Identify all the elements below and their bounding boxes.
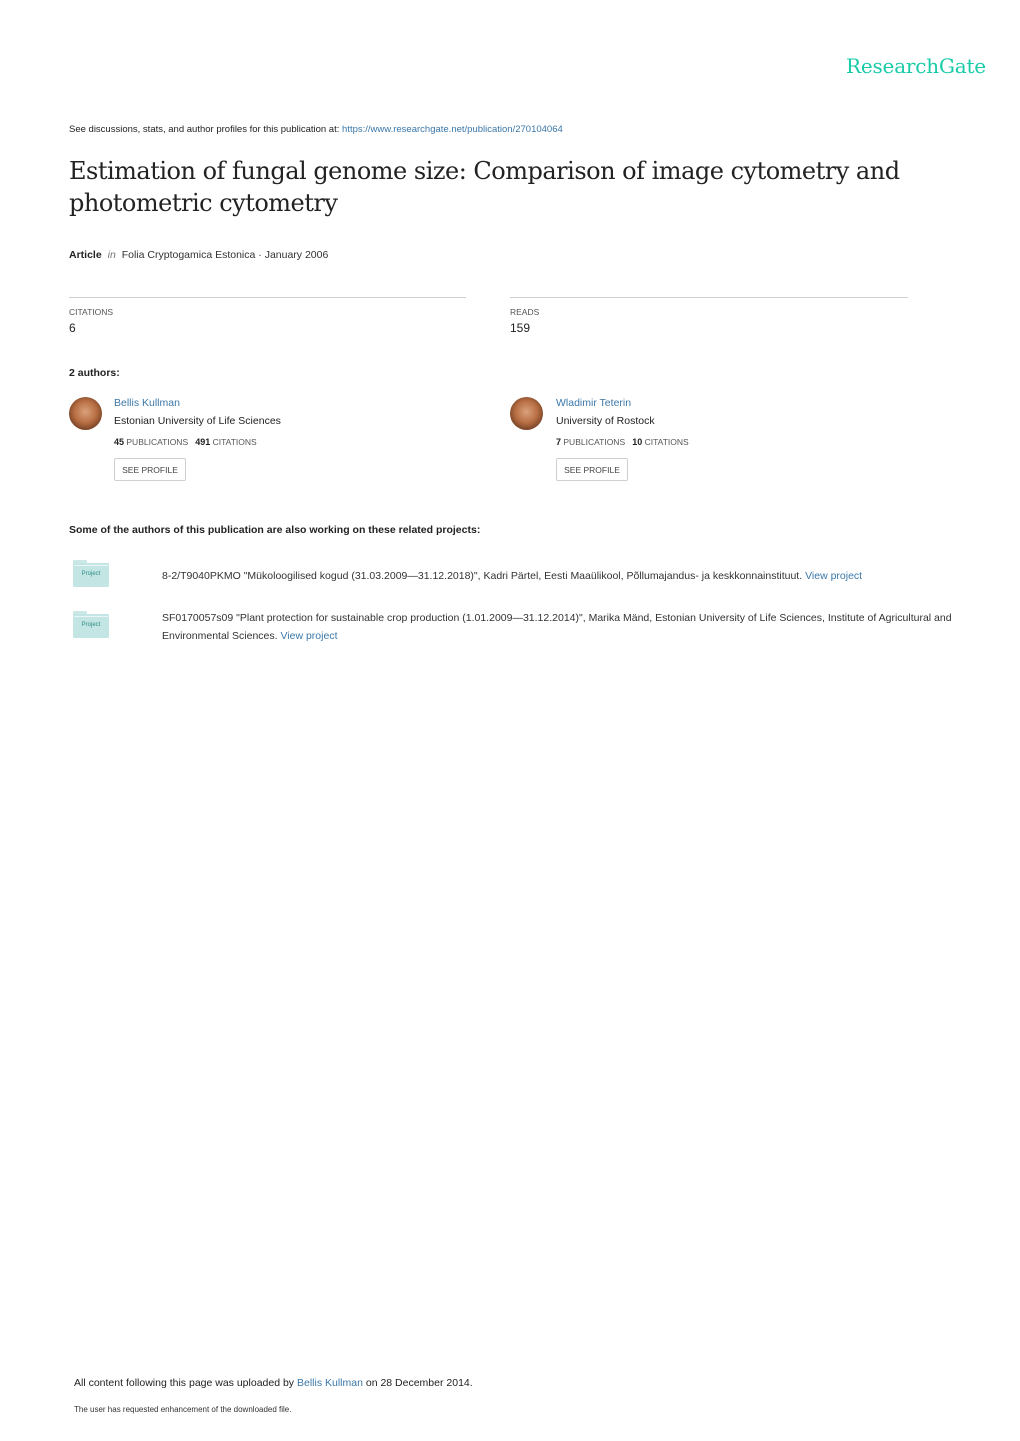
citations-count: 10 bbox=[632, 437, 643, 447]
project-icon-label: Project bbox=[81, 571, 101, 577]
publications-count: 7 bbox=[556, 437, 562, 447]
citations-value: 6 bbox=[69, 321, 76, 335]
related-projects-heading: Some of the authors of this publication … bbox=[69, 524, 481, 536]
see-discussions-text: See discussions, stats, and author profi… bbox=[69, 124, 343, 135]
author-stats: 45 PUBLICATIONS 491 CITATIONS bbox=[114, 437, 257, 447]
project-text: 8-2/T9040PKMO "Mükoloogilised kogud (31.… bbox=[162, 570, 806, 582]
view-project-link[interactable]: View project bbox=[280, 630, 337, 642]
view-project-link[interactable]: View project bbox=[805, 570, 862, 582]
upload-prefix: All content following this page was uplo… bbox=[74, 1377, 297, 1389]
see-profile-button[interactable]: SEE PROFILE bbox=[114, 458, 186, 481]
citations-divider bbox=[69, 297, 466, 298]
citations-label: CITATIONS bbox=[644, 437, 689, 447]
reads-divider bbox=[510, 297, 908, 298]
project-description: SF0170057s09 "Plant protection for susta… bbox=[162, 609, 952, 645]
publications-count: 45 bbox=[114, 437, 125, 447]
publication-url-link[interactable]: https://www.researchgate.net/publication… bbox=[342, 124, 563, 135]
journal-and-date: Folia Cryptogamica Estonica · January 20… bbox=[121, 249, 329, 261]
citations-label: CITATIONS bbox=[69, 307, 114, 317]
project-icon-label: Project bbox=[81, 622, 101, 628]
authors-heading: 2 authors: bbox=[69, 367, 120, 379]
project-folder-icon[interactable]: Project bbox=[73, 611, 109, 638]
reads-label: READS bbox=[510, 307, 540, 317]
in-word: in bbox=[107, 249, 116, 261]
publication-title: Estimation of fungal genome size: Compar… bbox=[69, 157, 900, 217]
upload-note: All content following this page was uplo… bbox=[74, 1377, 473, 1389]
researchgate-logo[interactable]: ResearchGate bbox=[846, 54, 986, 78]
author-avatar[interactable] bbox=[69, 397, 102, 430]
citations-count: 491 bbox=[195, 437, 211, 447]
author-name-link[interactable]: Wladimir Teterin bbox=[556, 397, 631, 409]
author-avatar[interactable] bbox=[510, 397, 543, 430]
upload-suffix: on 28 December 2014. bbox=[362, 1377, 473, 1389]
project-description: 8-2/T9040PKMO "Mükoloogilised kogud (31.… bbox=[162, 567, 952, 585]
see-profile-button[interactable]: SEE PROFILE bbox=[556, 458, 628, 481]
publication-type: Article bbox=[69, 249, 102, 261]
publications-label: PUBLICATIONS bbox=[126, 437, 189, 447]
reads-value: 159 bbox=[510, 321, 531, 335]
project-folder-icon[interactable]: Project bbox=[73, 560, 109, 587]
citations-label: CITATIONS bbox=[212, 437, 257, 447]
see-discussions-line: See discussions, stats, and author profi… bbox=[69, 124, 563, 135]
author-institution: University of Rostock bbox=[556, 415, 655, 427]
author-institution: Estonian University of Life Sciences bbox=[114, 415, 281, 427]
uploader-link[interactable]: Bellis Kullman bbox=[297, 1377, 363, 1389]
enhancement-note: The user has requested enhancement of th… bbox=[74, 1405, 292, 1414]
author-stats: 7 PUBLICATIONS 10 CITATIONS bbox=[556, 437, 689, 447]
author-name-link[interactable]: Bellis Kullman bbox=[114, 397, 180, 409]
publication-meta: Article in Folia Cryptogamica Estonica ·… bbox=[69, 249, 328, 261]
publications-label: PUBLICATIONS bbox=[563, 437, 626, 447]
